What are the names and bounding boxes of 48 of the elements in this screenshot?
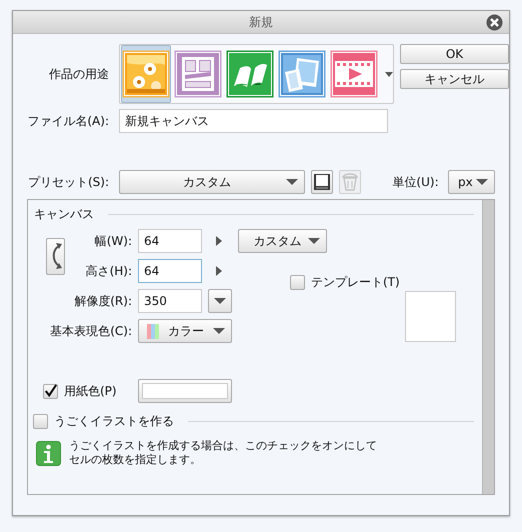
field-label: 基本表現色(C): bbox=[50, 322, 132, 340]
ok-button[interactable]: OK bbox=[400, 44, 509, 64]
height-field[interactable]: 64 bbox=[138, 259, 202, 283]
field-label: 高さ(H): bbox=[86, 262, 132, 280]
checkbox-label[interactable]: テンプレート(T) bbox=[311, 274, 400, 291]
checkbox[interactable] bbox=[43, 384, 58, 398]
resolution-dropdown-button[interactable] bbox=[208, 289, 232, 313]
checkbox[interactable] bbox=[33, 414, 48, 429]
checkbox-label[interactable]: 用紙色(P) bbox=[64, 382, 117, 400]
field-label: 単位(U): bbox=[392, 174, 439, 190]
flower-picture-icon bbox=[122, 50, 170, 98]
cancel-button[interactable]: キャンセル bbox=[400, 69, 509, 89]
field-label: 作品の用途 bbox=[48, 66, 109, 82]
photos-icon bbox=[278, 50, 326, 98]
checkbox[interactable] bbox=[290, 275, 305, 290]
file-name-field[interactable]: 新規キャンバス bbox=[119, 109, 388, 133]
checkbox-label[interactable]: うごくイラストを作る bbox=[54, 413, 174, 430]
expand-arrow-button[interactable] bbox=[216, 235, 224, 247]
unit-dropdown[interactable]: px bbox=[448, 170, 495, 194]
scrollbar[interactable] bbox=[482, 200, 494, 494]
open-book-icon bbox=[226, 50, 274, 98]
field-label: 解像度(R): bbox=[74, 292, 132, 310]
window-title: 新規 bbox=[249, 14, 273, 30]
close-icon[interactable] bbox=[486, 14, 502, 30]
section-title: キャンバス bbox=[34, 206, 94, 223]
size-preset-dropdown[interactable]: カスタム bbox=[238, 229, 327, 253]
field-label: ファイル名(A): bbox=[27, 112, 109, 130]
info-icon bbox=[36, 441, 61, 466]
info-text: うごくイラストを作成する場合は、このチェックをオンにして bbox=[69, 439, 377, 453]
width-field[interactable]: 64 bbox=[138, 229, 202, 253]
swap-arrows-icon bbox=[52, 243, 62, 269]
more-button[interactable] bbox=[384, 69, 393, 79]
trash-icon bbox=[342, 173, 358, 191]
film-play-icon bbox=[330, 50, 378, 98]
field-label: プリセット(S): bbox=[27, 174, 109, 190]
swap-button[interactable] bbox=[46, 238, 65, 274]
preset-dropdown[interactable]: カスタム bbox=[119, 170, 305, 194]
comic-panels-icon bbox=[174, 50, 222, 98]
paper-color-button[interactable] bbox=[138, 379, 232, 403]
save-preset-button[interactable] bbox=[310, 170, 334, 194]
expand-arrow-button[interactable] bbox=[216, 265, 224, 277]
field-label: 幅(W): bbox=[94, 232, 132, 250]
color-mode-dropdown[interactable]: カラー bbox=[138, 319, 232, 343]
canvas-preview bbox=[405, 290, 456, 342]
info-text: セルの枚数を指定します。 bbox=[69, 453, 201, 467]
color-stripes-icon bbox=[147, 324, 159, 338]
resolution-field[interactable]: 350 bbox=[138, 289, 202, 313]
usage-tile[interactable] bbox=[121, 45, 171, 103]
